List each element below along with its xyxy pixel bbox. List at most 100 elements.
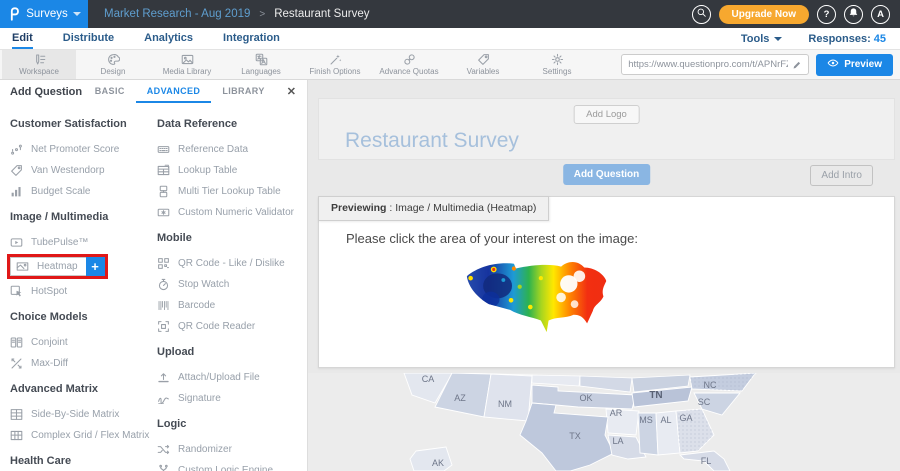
toolbar-item-design[interactable]: Design [76, 50, 150, 79]
palette-icon [107, 53, 120, 66]
question-type-reference-data[interactable]: Reference Data [157, 139, 305, 160]
bell-icon [848, 7, 859, 21]
question-type-max-diff[interactable]: Max-Diff [10, 353, 157, 374]
question-type-budget-scale[interactable]: Budget Scale [10, 181, 157, 202]
state-label-nc: NC [704, 380, 717, 390]
toolbar-item-media-library[interactable]: Media Library [150, 50, 224, 79]
question-type-hotspot[interactable]: HotSpot [10, 281, 157, 302]
add-question-button[interactable]: Add Question [563, 164, 651, 185]
question-type-conjoint[interactable]: Conjoint [10, 332, 157, 353]
section-advanced-matrix: Advanced MatrixSide-By-Side MatrixComple… [10, 383, 157, 446]
question-type-label: QR Code Reader [178, 321, 255, 332]
section-title: Customer Satisfaction [10, 118, 157, 130]
section-customer-satisfaction: Customer Satisfaction Net Promoter ScoreV… [10, 118, 157, 202]
question-type-label: Reference Data [178, 144, 248, 155]
partial-state-shape [580, 376, 632, 392]
state-shape-nm[interactable] [484, 374, 532, 421]
section-title: Mobile [157, 232, 305, 244]
state-shape-tx[interactable] [520, 403, 614, 471]
question-type-label: Conjoint [31, 337, 68, 348]
question-type-multi-tier-lookup-table[interactable]: Multi Tier Lookup Table [157, 181, 305, 202]
workspace-icon [33, 53, 46, 66]
nav-tab-distribute[interactable]: Distribute [63, 28, 114, 49]
edit-pencil-icon[interactable] [792, 60, 802, 70]
shuffle-icon [157, 443, 170, 456]
question-type-qr-code-like-dislike[interactable]: QR Code - Like / Dislike [157, 253, 305, 274]
topbar: Surveys Market Research - Aug 2019 > Res… [0, 0, 900, 28]
nav-tab-integration[interactable]: Integration [223, 28, 280, 49]
toolbar-item-variables[interactable]: Variables [446, 50, 520, 79]
avatar[interactable]: A [871, 5, 890, 24]
question-type-van-westendorp[interactable]: Van Westendorp [10, 160, 157, 181]
question-type-qr-code-reader[interactable]: QR Code Reader [157, 316, 305, 337]
add-intro-button[interactable]: Add Intro [810, 165, 873, 186]
question-type-attach-upload-file[interactable]: Attach/Upload File [157, 367, 305, 388]
responses-count[interactable]: Responses:45 [808, 33, 886, 45]
signature-icon [157, 392, 170, 405]
add-logo-button[interactable]: Add Logo [573, 105, 640, 124]
question-type-tubepulse[interactable]: TubePulse™ [10, 232, 157, 253]
surveys-menu-label: Surveys [26, 8, 68, 20]
nav-tab-edit[interactable]: Edit [12, 28, 33, 49]
breadcrumb-separator: > [259, 9, 265, 20]
surveys-menu[interactable]: Surveys [0, 0, 88, 28]
tools-menu[interactable]: Tools [741, 33, 783, 45]
question-type-custom-numeric-validator[interactable]: Custom Numeric Validator [157, 202, 305, 223]
breadcrumb-parent[interactable]: Market Research - Aug 2019 [104, 8, 250, 20]
question-type-randomizer[interactable]: Randomizer [157, 439, 305, 460]
search-button[interactable] [692, 5, 711, 24]
state-label-fl: FL [701, 456, 712, 466]
side-by-side-matrix-icon [10, 408, 23, 421]
numeric-validator-icon [157, 206, 170, 219]
survey-title[interactable]: Restaurant Survey [345, 129, 519, 153]
price-tag-icon [10, 164, 23, 177]
logic-engine-icon [157, 464, 170, 471]
questionpro-logo-icon [7, 7, 21, 21]
tab-advanced[interactable]: ADVANCED [136, 80, 212, 103]
upgrade-now-button[interactable]: Upgrade Now [719, 5, 809, 24]
question-type-signature[interactable]: Signature [157, 388, 305, 409]
notifications-button[interactable] [844, 5, 863, 24]
us-states-map: CAAZNMOKARTXLAMSALGATNNCSCFLAK [308, 373, 900, 471]
question-type-side-by-side-matrix[interactable]: Side-By-Side Matrix [10, 404, 157, 425]
settings-gear-icon [551, 53, 564, 66]
state-label-la: LA [612, 436, 623, 446]
question-type-label: Complex Grid / Flex Matrix [31, 430, 149, 441]
question-type-label: Barcode [178, 300, 215, 311]
usa-heatmap-image[interactable] [461, 256, 615, 333]
toolbar-item-languages[interactable]: Languages [224, 50, 298, 79]
question-type-lookup-table[interactable]: Lookup Table [157, 160, 305, 181]
question-type-net-promoter-score[interactable]: Net Promoter Score [10, 139, 157, 160]
question-type-barcode[interactable]: Barcode [157, 295, 305, 316]
tab-library[interactable]: LIBRARY [211, 80, 275, 103]
state-label-tn: TN [649, 390, 662, 401]
toolbar-item-finish-options[interactable]: Finish Options [298, 50, 372, 79]
toolbar-item-settings[interactable]: Settings [520, 50, 594, 79]
question-type-stop-watch[interactable]: Stop Watch [157, 274, 305, 295]
question-type-custom-logic-engine[interactable]: Custom Logic Engine [157, 460, 305, 471]
preview-button[interactable]: Preview [816, 54, 893, 76]
complex-grid-icon [10, 429, 23, 442]
section-title: Choice Models [10, 311, 157, 323]
responses-value: 45 [874, 33, 886, 45]
toolbar-item-advance-quotas[interactable]: Advance Quotas [372, 50, 446, 79]
question-type-label: TubePulse™ [31, 237, 88, 248]
question-type-complex-grid-flex-matrix[interactable]: Complex Grid / Flex Matrix [10, 425, 157, 446]
toolbar-item-workspace[interactable]: Workspace [2, 50, 76, 79]
close-icon[interactable]: ✕ [276, 80, 307, 103]
add-heatmap-button[interactable]: + [86, 257, 105, 276]
question-type-label: QR Code - Like / Dislike [178, 258, 285, 269]
survey-url-input[interactable] [628, 59, 788, 70]
question-type-heatmap[interactable]: Heatmap [10, 257, 86, 276]
section-mobile: Mobile QR Code - Like / Dislike Stop Watch… [157, 232, 305, 337]
help-button[interactable]: ? [817, 5, 836, 24]
section-title: Upload [157, 346, 305, 358]
tab-basic[interactable]: BASIC [84, 80, 136, 103]
primary-nav: Edit Distribute Analytics Integration To… [0, 28, 900, 50]
survey-url-field[interactable] [621, 54, 809, 75]
maxdiff-icon [10, 357, 23, 370]
state-label-ms: MS [639, 415, 653, 425]
panel-title: Add Question [0, 80, 84, 103]
hotspot-cursor-icon [10, 285, 23, 298]
nav-tab-analytics[interactable]: Analytics [144, 28, 193, 49]
